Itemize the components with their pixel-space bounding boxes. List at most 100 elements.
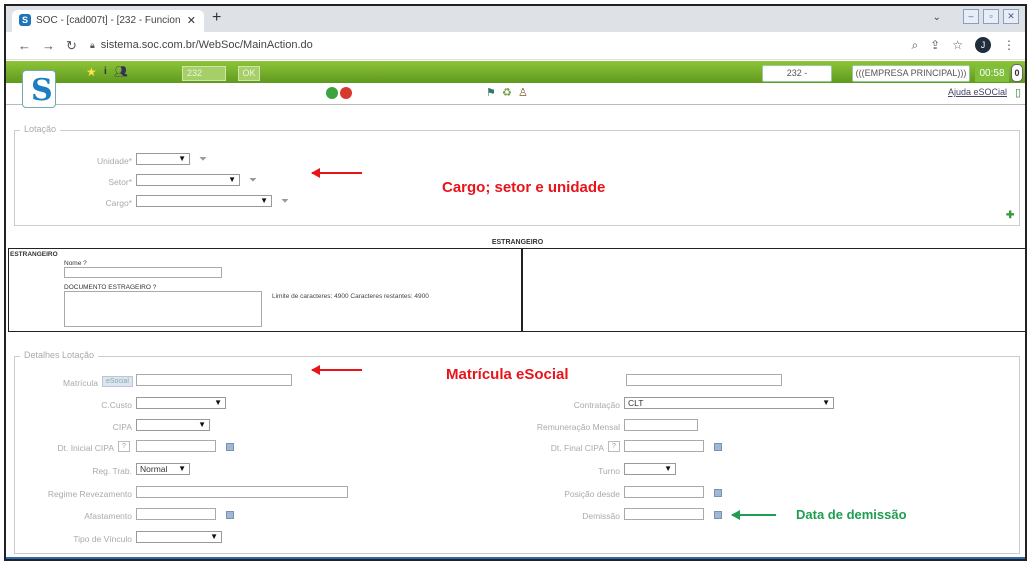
- dt-final-cipa-input[interactable]: [624, 440, 704, 452]
- zoom-icon[interactable]: ⌕: [911, 38, 918, 53]
- estrangeiro-box-title: ESTRANGEIRO: [10, 251, 58, 258]
- people-icon[interactable]: 👥︎: [114, 65, 128, 78]
- address-bar-icons: ⌕ ⇪ ☆ J ⋮: [911, 37, 1015, 53]
- reg-trab-value: Normal: [140, 464, 168, 474]
- nome-input[interactable]: [64, 267, 222, 278]
- unidade-label: Unidade*: [97, 156, 132, 166]
- action-toolbar: ⚑ ♻︎ ♙ Ajuda eSOCial ▯: [6, 83, 1025, 105]
- maximize-icon[interactable]: ▫: [983, 9, 999, 24]
- window-controls: – ▫ ✕: [963, 9, 1019, 24]
- cancel-icon[interactable]: [340, 87, 352, 99]
- logo-letter: S: [31, 73, 53, 108]
- help-esocial-link[interactable]: Ajuda eSOCial: [948, 87, 1007, 97]
- forward-icon[interactable]: →: [42, 38, 55, 53]
- dt-inicial-cipa-label: Dt. Inicial CIPA: [57, 443, 114, 453]
- menu-icon[interactable]: ⋮: [1003, 38, 1015, 52]
- document-icon[interactable]: ▯: [1015, 86, 1021, 99]
- chevron-down-icon[interactable]: ⌄: [933, 12, 941, 23]
- reg-trab-label: Reg. Trab.: [92, 466, 132, 476]
- calendar-icon[interactable]: [714, 511, 722, 519]
- help-icon[interactable]: ?: [118, 441, 130, 452]
- lock-icon: 🔒︎: [90, 40, 95, 50]
- setor-label: Setor*: [108, 177, 132, 187]
- remuneracao-label: Remuneração Mensal: [536, 422, 620, 432]
- setor-select[interactable]: ▼: [136, 174, 240, 186]
- matricula-esocial-input[interactable]: [626, 374, 782, 386]
- soc-favicon-icon: S: [19, 14, 31, 26]
- dt-final-cipa-label: Dt. Final CIPA: [550, 443, 604, 453]
- annotation-matricula: Matrícula eSocial: [446, 366, 569, 383]
- calendar-icon[interactable]: [714, 443, 722, 451]
- ccusto-label: C.Custo: [101, 400, 132, 410]
- unidade-select[interactable]: ▼: [136, 153, 190, 165]
- afastamento-input[interactable]: [136, 508, 216, 520]
- annotation-arrow-red: [311, 168, 362, 178]
- calendar-icon[interactable]: [226, 443, 234, 451]
- tipo-vinculo-label: Tipo de Vínculo: [73, 534, 132, 544]
- detalhes-legend: Detalhes Lotação: [20, 350, 99, 360]
- empresa-button[interactable]: (((EMPRESA PRINCIPAL))): [852, 65, 970, 82]
- code-input[interactable]: 232: [182, 66, 226, 81]
- documento-textarea[interactable]: [64, 291, 262, 327]
- estrangeiro-right-panel: [522, 248, 1025, 332]
- afastamento-label: Afastamento: [84, 511, 132, 521]
- matricula-input[interactable]: [136, 374, 292, 386]
- filter-icon[interactable]: ⏷: [249, 175, 257, 186]
- regime-revezamento-input[interactable]: [136, 486, 348, 498]
- back-icon[interactable]: ←: [18, 38, 31, 53]
- filter-icon[interactable]: ⏷: [199, 154, 207, 165]
- posicao-input[interactable]: [624, 486, 704, 498]
- notification-badge[interactable]: 0: [1011, 64, 1023, 82]
- session-clock: 00:58: [975, 65, 1009, 82]
- turno-label: Turno: [598, 466, 620, 476]
- turno-select[interactable]: ▼: [624, 463, 676, 475]
- screenshot-frame: S SOC - [cad007t] - [232 - Funcion ✕ + ⌄…: [4, 4, 1027, 561]
- chevron-down-icon: ▼: [178, 464, 186, 473]
- cargo-select[interactable]: ▼: [136, 195, 272, 207]
- star-icon[interactable]: ☆: [952, 38, 963, 52]
- remuneracao-input[interactable]: [624, 419, 698, 431]
- minimize-icon[interactable]: –: [963, 9, 979, 24]
- info-icon[interactable]: i: [104, 66, 107, 77]
- soc-logo[interactable]: S: [22, 70, 56, 108]
- close-window-icon[interactable]: ✕: [1003, 9, 1019, 24]
- calendar-icon[interactable]: [714, 489, 722, 497]
- chevron-down-icon: ▼: [198, 420, 206, 429]
- cipa-label: CIPA: [112, 422, 132, 432]
- avatar[interactable]: J: [975, 37, 991, 53]
- lotacao-legend: Lotação: [20, 124, 61, 134]
- estrangeiro-band: ESTRANGEIRO: [491, 239, 544, 246]
- matricula-label: Matrícula: [63, 378, 98, 388]
- tipo-vinculo-select[interactable]: ▼: [136, 531, 222, 543]
- contratacao-select[interactable]: CLT ▼: [624, 397, 834, 409]
- history-icon[interactable]: ⚑: [486, 86, 496, 99]
- contratacao-value: CLT: [628, 398, 644, 408]
- filter-icon[interactable]: ⏷: [281, 196, 289, 207]
- url-field[interactable]: 🔒︎ sistema.soc.com.br/WebSoc/MainAction.d…: [90, 39, 313, 51]
- new-tab-icon[interactable]: +: [212, 9, 221, 27]
- funcionario-button[interactable]: 232 - Funcionário: [762, 65, 832, 93]
- esocial-tag: eSocial: [102, 376, 133, 387]
- favorite-star-icon[interactable]: ★: [86, 65, 97, 79]
- close-tab-icon[interactable]: ✕: [187, 14, 196, 27]
- dt-inicial-cipa-input[interactable]: [136, 440, 216, 452]
- reg-trab-select[interactable]: Normal ▼: [136, 463, 190, 475]
- browser-tab[interactable]: S SOC - [cad007t] - [232 - Funcion ✕: [12, 10, 204, 32]
- reload-icon[interactable]: ↻: [66, 38, 77, 54]
- confirm-icon[interactable]: [326, 87, 338, 99]
- cipa-select[interactable]: ▼: [136, 419, 210, 431]
- demissao-input[interactable]: [624, 508, 704, 520]
- share-icon[interactable]: ⇪: [930, 38, 940, 52]
- ok-button[interactable]: OK: [238, 66, 260, 81]
- regime-revezamento-label: Regime Revezamento: [47, 489, 132, 499]
- calendar-icon[interactable]: [226, 511, 234, 519]
- demissao-label: Demissão: [582, 511, 620, 521]
- user-icon[interactable]: ♙: [518, 86, 528, 99]
- add-icon[interactable]: ✚: [1006, 210, 1014, 221]
- ccusto-select[interactable]: ▼: [136, 397, 226, 409]
- cargo-label: Cargo*: [105, 198, 132, 208]
- contratacao-label: Contratação: [573, 400, 620, 410]
- refresh-icon[interactable]: ♻︎: [502, 86, 512, 99]
- browser-tab-bar: S SOC - [cad007t] - [232 - Funcion ✕ + ⌄…: [6, 6, 1025, 32]
- help-icon[interactable]: ?: [608, 441, 620, 452]
